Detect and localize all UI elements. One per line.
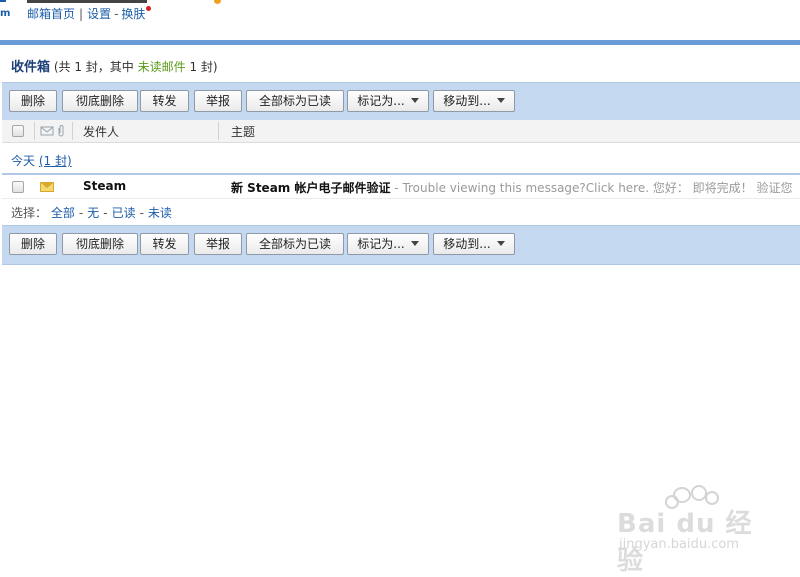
- group-count-link[interactable]: (1 封): [39, 154, 72, 168]
- settings-link[interactable]: 设置: [87, 7, 111, 21]
- report-button[interactable]: 举报: [194, 90, 242, 112]
- sender-column-header[interactable]: 发件人: [83, 123, 119, 140]
- toolbar-top: 删除 彻底删除 转发 举报 全部标为已读 标记为... 移动到...: [2, 82, 800, 122]
- envelope-attachment-icon: [40, 125, 64, 137]
- date-group-today: 今天 (1 封): [11, 152, 72, 170]
- delete-forever-button[interactable]: 彻底删除: [62, 233, 138, 255]
- mark-all-read-button[interactable]: 全部标为已读: [246, 233, 344, 255]
- mail-list-item[interactable]: Steam 新 Steam 帐户电子邮件验证 - Trouble viewing…: [2, 176, 800, 199]
- notification-dot: [214, 0, 221, 4]
- page-title-fragment: [27, 0, 147, 3]
- toolbar-bottom: 删除 彻底删除 转发 举报 全部标为已读 标记为... 移动到...: [2, 225, 800, 265]
- group-label: 今天: [11, 154, 36, 168]
- chevron-down-icon: [496, 98, 505, 103]
- inbox-title: 收件箱: [11, 60, 51, 75]
- select-unread-link[interactable]: 未读: [148, 206, 172, 220]
- mark-as-dropdown[interactable]: 标记为...: [347, 233, 429, 255]
- delete-button[interactable]: 删除: [9, 233, 57, 255]
- mailbox-home-link[interactable]: 邮箱首页: [27, 7, 75, 21]
- delete-forever-button[interactable]: 彻底删除: [62, 90, 138, 112]
- delete-button[interactable]: 删除: [9, 90, 57, 112]
- mail-logo: m: [0, 0, 10, 22]
- chevron-down-icon: [410, 241, 419, 246]
- mark-as-dropdown[interactable]: 标记为...: [347, 90, 429, 112]
- mark-all-read-button[interactable]: 全部标为已读: [246, 90, 344, 112]
- top-bar: m 邮箱首页 | 设置 - 换肤: [0, 0, 800, 40]
- mail-subject[interactable]: 新 Steam 帐户电子邮件验证 - Trouble viewing this …: [231, 179, 793, 196]
- mail-preview: - Trouble viewing this message?Click her…: [390, 181, 793, 195]
- baidu-jingyan-watermark: Bai du 经验 jingyan.baidu.com: [611, 485, 761, 576]
- move-to-dropdown[interactable]: 移动到...: [433, 90, 515, 112]
- move-to-dropdown[interactable]: 移动到...: [433, 233, 515, 255]
- mail-list-header: 发件人 主题: [2, 120, 800, 143]
- chevron-down-icon: [410, 98, 419, 103]
- group-divider: [2, 173, 800, 175]
- unread-mail-link[interactable]: 未读邮件: [138, 60, 186, 74]
- report-button[interactable]: 举报: [194, 233, 242, 255]
- watermark-url: jingyan.baidu.com: [619, 537, 739, 552]
- forward-button[interactable]: 转发: [140, 90, 189, 112]
- select-read-link[interactable]: 已读: [112, 206, 136, 220]
- inbox-header: 收件箱 (共 1 封，其中 未读邮件 1 封): [11, 58, 218, 76]
- unread-envelope-icon: [40, 182, 54, 192]
- change-skin-link[interactable]: 换肤: [121, 7, 145, 21]
- select-all-checkbox[interactable]: [12, 125, 24, 137]
- top-links: 邮箱首页 | 设置 - 换肤: [27, 6, 152, 22]
- forward-button[interactable]: 转发: [140, 233, 189, 255]
- select-all-link[interactable]: 全部: [51, 206, 75, 220]
- mail-checkbox[interactable]: [12, 181, 24, 193]
- select-links: 选择： 全部 - 无 - 已读 - 未读: [11, 206, 172, 220]
- mail-sender[interactable]: Steam: [83, 179, 126, 193]
- subject-column-header[interactable]: 主题: [231, 123, 255, 140]
- new-indicator-dot: [146, 6, 152, 11]
- header-divider: [0, 40, 800, 45]
- chevron-down-icon: [496, 241, 505, 246]
- inbox-count: (共 1 封，其中 未读邮件 1 封): [53, 60, 218, 74]
- select-none-link[interactable]: 无: [87, 206, 99, 220]
